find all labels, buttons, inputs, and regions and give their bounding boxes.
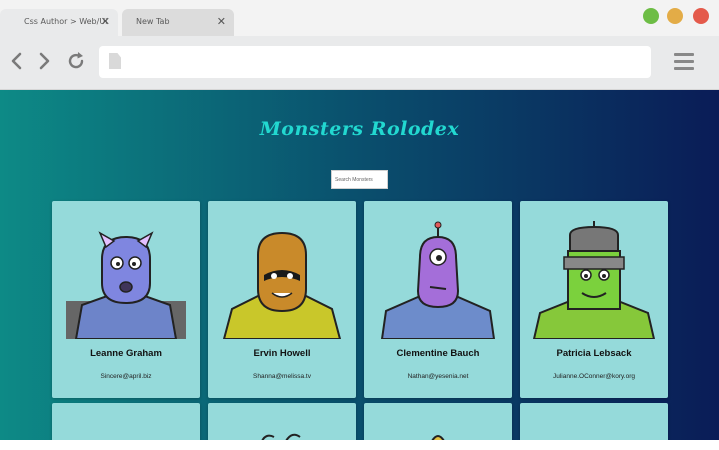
address-bar[interactable] — [99, 46, 651, 78]
reload-icon[interactable] — [65, 50, 87, 72]
monster-avatar — [431, 435, 445, 440]
back-arrow-icon[interactable] — [6, 50, 28, 72]
forward-arrow-icon[interactable] — [33, 50, 55, 72]
monster-card[interactable] — [52, 403, 200, 440]
monster-name: Leanne Graham — [90, 348, 162, 359]
monster-avatar — [532, 221, 656, 339]
close-icon[interactable]: ✕ — [217, 15, 226, 28]
monster-email: Shanna@melissa.tv — [253, 373, 311, 380]
monster-card[interactable]: Ervin Howell Shanna@melissa.tv — [208, 201, 356, 398]
monster-avatar — [222, 231, 342, 339]
browser-toolbar — [0, 36, 719, 90]
page-icon — [109, 53, 121, 69]
page-content: Monsters Rolodex Leanne Graham Sincere@a… — [0, 90, 719, 440]
monster-email: Nathan@yesenia.net — [407, 373, 469, 380]
monster-card[interactable]: Clementine Bauch Nathan@yesenia.net — [364, 201, 512, 398]
browser-window: Css Author > Web/Ui ✕ New Tab ✕ Monsters… — [0, 0, 719, 440]
monster-email: Sincere@april.biz — [100, 373, 152, 380]
monster-avatar — [380, 221, 496, 339]
monster-card[interactable] — [364, 403, 512, 440]
close-icon[interactable]: ✕ — [101, 15, 110, 28]
monster-avatar — [66, 231, 186, 339]
monster-card[interactable]: Leanne Graham Sincere@april.biz — [52, 201, 200, 398]
minimize-button[interactable] — [667, 8, 683, 24]
tab-label: New Tab — [136, 17, 170, 26]
monster-card[interactable]: Patricia Lebsack Julianne.OConner@kory.o… — [520, 201, 668, 398]
tab-strip: Css Author > Web/Ui ✕ New Tab ✕ — [0, 0, 719, 36]
monster-avatar — [261, 433, 301, 440]
monster-card[interactable] — [208, 403, 356, 440]
tab-label: Css Author > Web/Ui — [24, 17, 108, 26]
tab-new-tab[interactable]: New Tab ✕ — [122, 9, 234, 36]
page-title: Monsters Rolodex — [259, 118, 460, 140]
search-input[interactable] — [331, 170, 388, 189]
monster-name: Patricia Lebsack — [556, 348, 632, 359]
hamburger-menu-icon[interactable] — [674, 53, 694, 70]
close-window-button[interactable] — [693, 8, 709, 24]
monster-name: Clementine Bauch — [396, 348, 480, 359]
monster-name: Ervin Howell — [253, 348, 311, 359]
monster-card[interactable] — [520, 403, 668, 440]
monster-email: Julianne.OConner@kory.org — [553, 373, 635, 380]
tab-css-author[interactable]: Css Author > Web/Ui ✕ — [0, 9, 118, 36]
maximize-button[interactable] — [643, 8, 659, 24]
